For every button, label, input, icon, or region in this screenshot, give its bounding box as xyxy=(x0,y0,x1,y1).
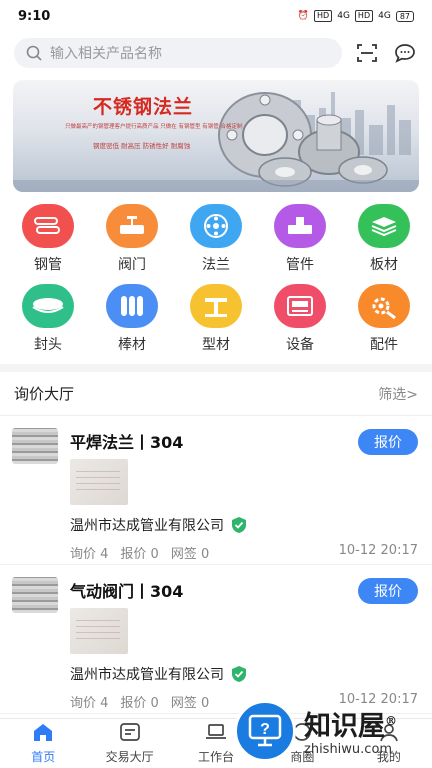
profile-icon xyxy=(190,284,242,328)
tab-label: 首页 xyxy=(31,750,56,764)
inquiry-list: 平焊法兰丨304 温州市达成管业有限公司 询价 4 报价 0 网签 0 10-12 20:… xyxy=(0,416,432,714)
section-title: 询价大厅 xyxy=(14,385,75,403)
pipe-icon xyxy=(22,204,74,248)
category-item[interactable]: 棒材 xyxy=(90,284,174,354)
company-name: 温州市达成管业有限公司 xyxy=(70,518,224,534)
signed-count: 网签 0 xyxy=(170,547,210,562)
quote-count: 报价 0 xyxy=(120,696,159,711)
category-grid: 钢管 阀门 法兰 管件 板材封头 棒材 型材 设备 配件 xyxy=(0,192,432,354)
item-time: 10-12 20:17 xyxy=(338,543,418,558)
category-item[interactable]: 板材 xyxy=(342,204,426,274)
promo-banner[interactable]: 不锈钢法兰 只做最高产的钢管理客户提行高质产品 只做在 有钢管型 有钢管 合格定… xyxy=(13,80,419,192)
category-item[interactable]: 设备 xyxy=(258,284,342,354)
equipment-icon xyxy=(274,284,326,328)
watermark-url: zhishiwu.com xyxy=(304,742,393,757)
message-icon[interactable] xyxy=(392,40,418,66)
company-row: 温州市达成管业有限公司 xyxy=(70,515,418,535)
signal-icon: 4G xyxy=(378,11,391,21)
status-icons: ⏰ HD 4G HD 4G 87 xyxy=(298,10,414,22)
category-item[interactable]: 型材 xyxy=(174,284,258,354)
item-counts: 询价 4 报价 0 网签 0 xyxy=(70,692,221,711)
category-item[interactable]: 配件 xyxy=(342,284,426,354)
tab-label: 工作台 xyxy=(198,750,235,764)
section-divider xyxy=(0,364,432,372)
item-meta: 询价 4 报价 0 网签 0 10-12 20:17 xyxy=(70,543,418,562)
quote-count: 报价 0 xyxy=(120,547,159,562)
valve-icon xyxy=(106,204,158,248)
question-monitor-icon: ? xyxy=(248,714,282,747)
item-body: 气动阀门丨304 温州市达成管业有限公司 询价 4 报价 0 网签 0 10-12 20:… xyxy=(70,577,418,713)
list-icon xyxy=(119,722,141,745)
accessory-icon xyxy=(358,284,410,328)
company-name: 温州市达成管业有限公司 xyxy=(70,667,224,683)
verified-icon xyxy=(232,517,246,533)
category-label: 设备 xyxy=(286,337,314,353)
status-bar: 9:10 ⏰ HD 4G HD 4G 87 xyxy=(0,0,432,32)
category-item[interactable]: 管件 xyxy=(258,204,342,274)
attachment-photo[interactable] xyxy=(70,459,128,505)
attachment-photo[interactable] xyxy=(70,608,128,654)
product-thumbnail xyxy=(12,577,58,613)
search-icon xyxy=(26,45,42,61)
item-counts: 询价 4 报价 0 网签 0 xyxy=(70,543,221,562)
tab-list[interactable]: 交易大厅 xyxy=(86,719,172,768)
verified-icon xyxy=(232,666,246,682)
status-time: 9:10 xyxy=(18,8,51,24)
registered-mark: ® xyxy=(385,714,397,728)
category-label: 型材 xyxy=(202,337,230,353)
signed-count: 网签 0 xyxy=(170,696,210,711)
flange-icon xyxy=(190,204,242,248)
head-icon xyxy=(22,284,74,328)
inquiry-count: 询价 4 xyxy=(70,547,109,562)
category-item[interactable]: 阀门 xyxy=(90,204,174,274)
category-item[interactable]: 钢管 xyxy=(6,204,90,274)
bar-icon xyxy=(106,284,158,328)
category-label: 钢管 xyxy=(34,257,62,273)
category-item[interactable]: 封头 xyxy=(6,284,90,354)
tab-label: 交易大厅 xyxy=(105,750,154,764)
category-label: 管件 xyxy=(286,257,314,273)
category-label: 阀门 xyxy=(118,257,146,273)
category-label: 棒材 xyxy=(118,337,146,353)
inquiry-header: 询价大厅 筛选> xyxy=(0,372,432,416)
home-icon xyxy=(32,722,54,745)
inquiry-count: 询价 4 xyxy=(70,696,109,711)
tab-home[interactable]: 首页 xyxy=(0,719,86,768)
banner-image xyxy=(13,92,419,192)
item-body: 平焊法兰丨304 温州市达成管业有限公司 询价 4 报价 0 网签 0 10-12 20:… xyxy=(70,428,418,564)
list-item[interactable]: 气动阀门丨304 温州市达成管业有限公司 询价 4 报价 0 网签 0 10-12 20:… xyxy=(0,565,432,714)
watermark-logo: ? xyxy=(234,700,296,762)
signal-icon: 4G xyxy=(337,11,350,21)
quote-button[interactable]: 报价 xyxy=(358,578,418,604)
pipe-fitting-icon xyxy=(274,204,326,248)
search-row: 输入相关产品名称 xyxy=(0,32,432,74)
plate-icon xyxy=(358,204,410,248)
watermark-text-main: 知识屋 xyxy=(304,711,385,742)
list-item[interactable]: 平焊法兰丨304 温州市达成管业有限公司 询价 4 报价 0 网签 0 10-12 20:… xyxy=(0,416,432,565)
laptop-icon xyxy=(205,722,227,745)
category-label: 法兰 xyxy=(202,257,230,273)
search-input[interactable]: 输入相关产品名称 xyxy=(14,38,342,68)
alarm-icon: ⏰ xyxy=(297,11,310,21)
hd-icon: HD xyxy=(314,10,333,22)
category-label: 板材 xyxy=(370,257,398,273)
category-item[interactable]: 法兰 xyxy=(174,204,258,274)
category-label: 封头 xyxy=(34,337,62,353)
product-thumbnail xyxy=(12,428,58,464)
category-label: 配件 xyxy=(370,337,398,353)
hd-icon: HD xyxy=(354,10,374,22)
quote-button[interactable]: 报价 xyxy=(358,429,418,455)
svg-text:?: ? xyxy=(260,721,270,738)
battery-icon: 87 xyxy=(395,10,414,22)
company-row: 温州市达成管业有限公司 xyxy=(70,664,418,684)
scan-icon[interactable] xyxy=(354,40,380,66)
banner-subtitle: 只做最高产的钢管理客户提行高质产品 只做在 有钢管型 有钢管 合格定制 xyxy=(65,124,243,130)
banner-features: 钢度密低 耐高压 防锈性好 耐腐蚀 xyxy=(93,142,191,150)
watermark-text: 知识屋® xyxy=(304,704,397,743)
filter-button[interactable]: 筛选> xyxy=(378,384,418,404)
search-placeholder: 输入相关产品名称 xyxy=(50,46,162,62)
banner-title: 不锈钢法兰 xyxy=(93,96,194,118)
